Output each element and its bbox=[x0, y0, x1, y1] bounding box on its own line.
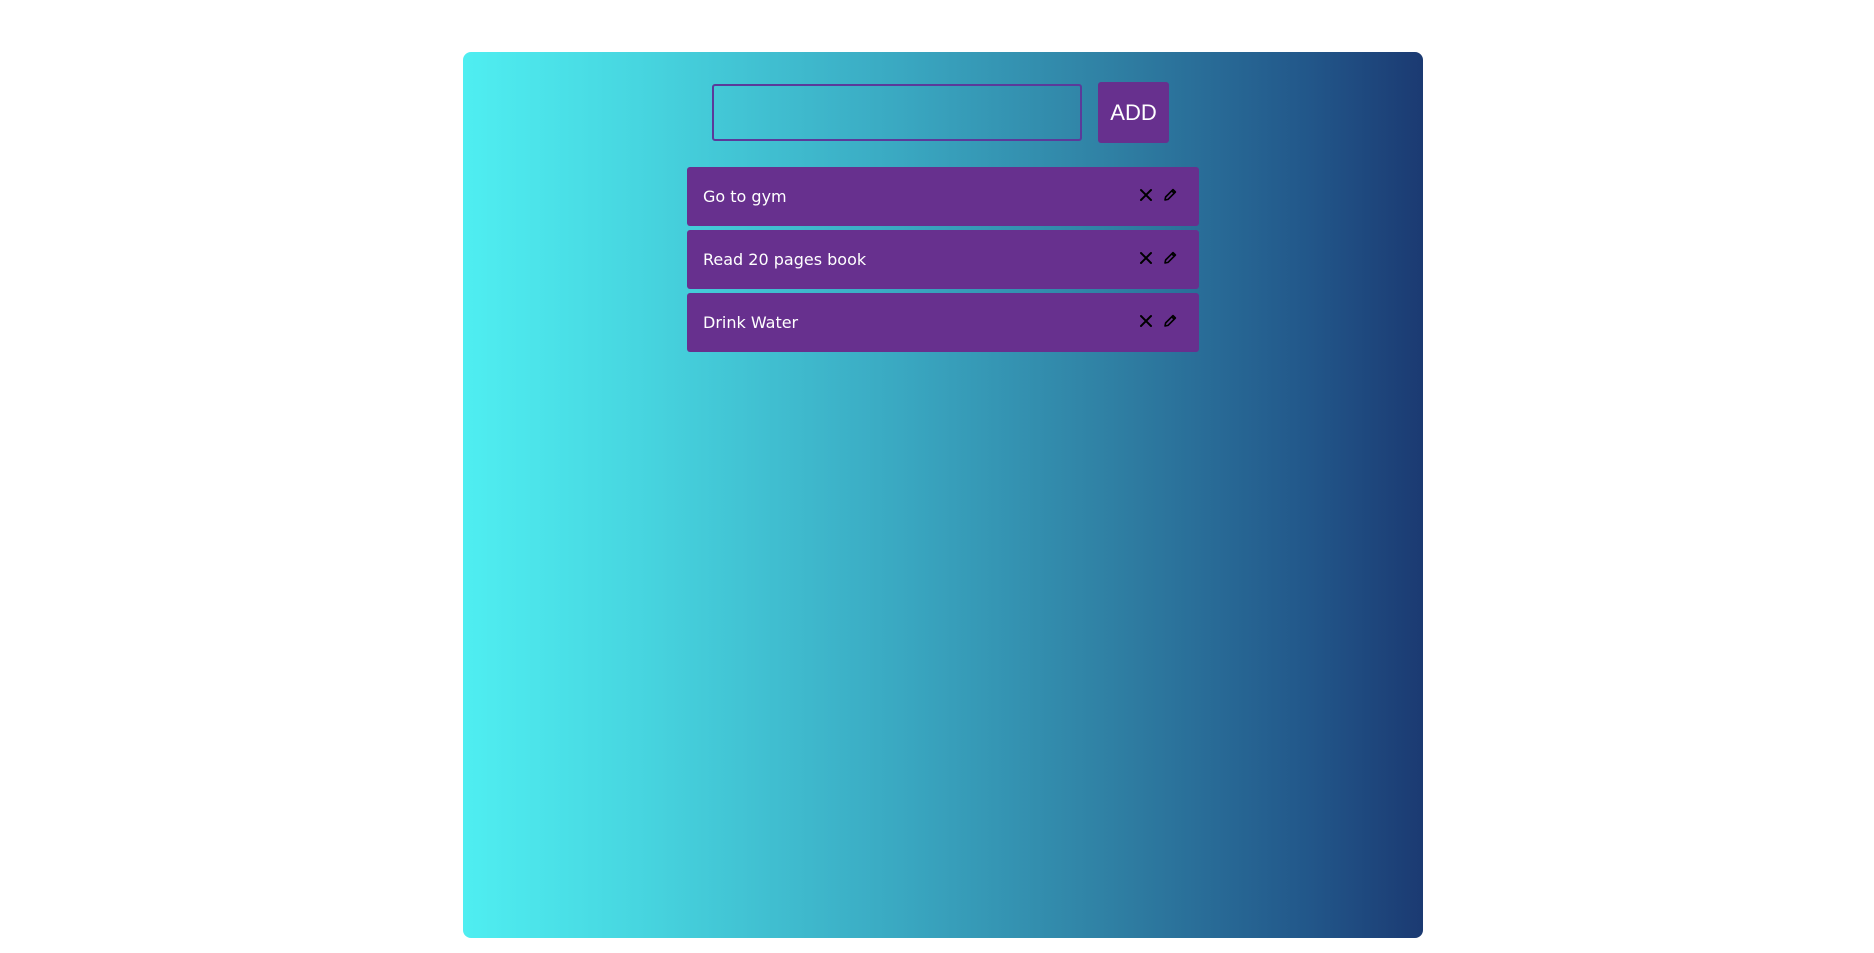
pencil-icon[interactable] bbox=[1161, 249, 1179, 267]
todo-item: Read 20 pages book bbox=[687, 230, 1199, 289]
todo-item-text: Go to gym bbox=[703, 187, 787, 206]
close-icon[interactable] bbox=[1137, 249, 1155, 267]
pencil-icon[interactable] bbox=[1161, 312, 1179, 330]
todo-item: Drink Water bbox=[687, 293, 1199, 352]
todo-item-text: Drink Water bbox=[703, 313, 799, 332]
todo-input[interactable] bbox=[712, 84, 1082, 141]
todo-item-text: Read 20 pages book bbox=[703, 250, 867, 269]
add-button[interactable]: ADD bbox=[1098, 82, 1169, 143]
todo-actions bbox=[1137, 249, 1179, 267]
add-todo-row: ADD bbox=[712, 82, 1169, 143]
todo-item: Go to gym bbox=[687, 167, 1199, 226]
close-icon[interactable] bbox=[1137, 312, 1155, 330]
todo-list: Go to gym Read 20 pages book Drink Water bbox=[687, 167, 1199, 356]
todo-app-panel: ADD Go to gym Read 20 pages book Drink W… bbox=[463, 52, 1423, 938]
pencil-icon[interactable] bbox=[1161, 186, 1179, 204]
close-icon[interactable] bbox=[1137, 186, 1155, 204]
todo-actions bbox=[1137, 312, 1179, 330]
todo-actions bbox=[1137, 186, 1179, 204]
